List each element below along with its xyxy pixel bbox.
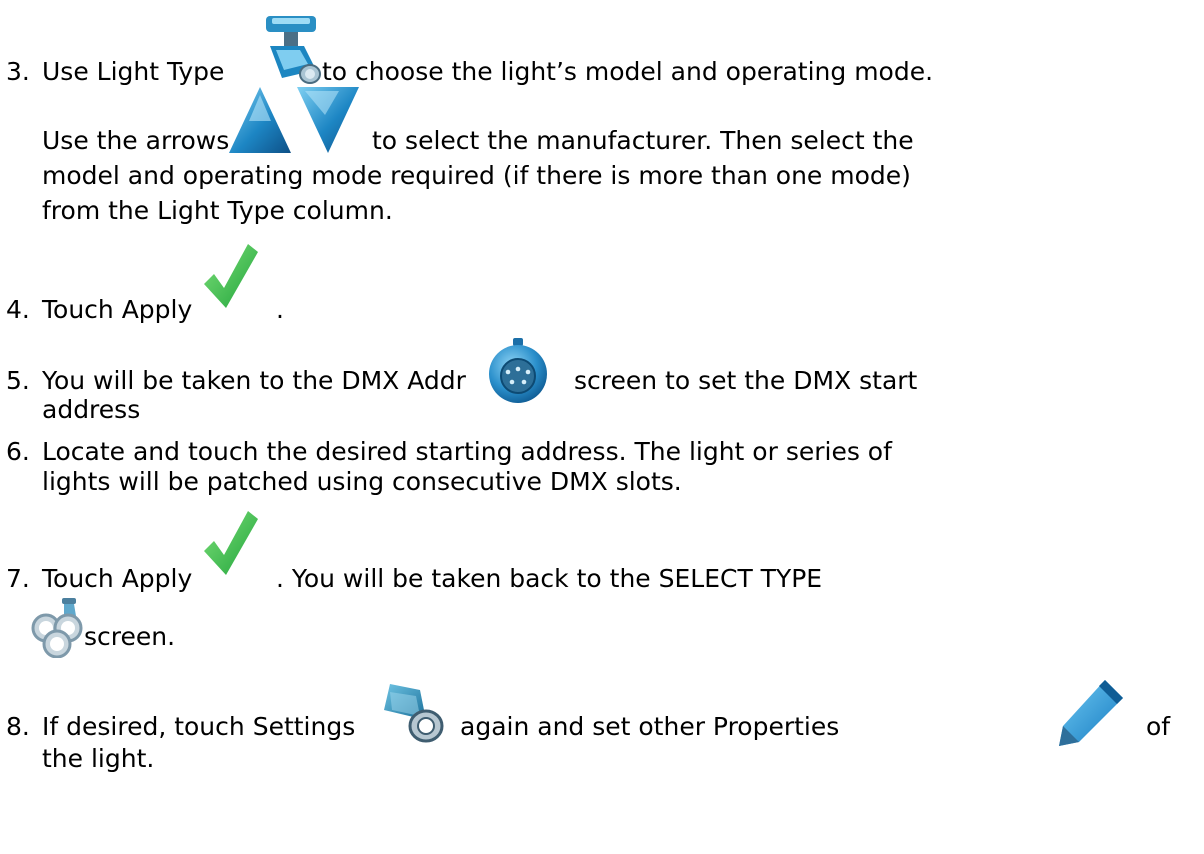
- step-text: . You will be taken back to the SELECT T…: [276, 564, 823, 593]
- step-text: model and operating mode required (if th…: [42, 161, 911, 190]
- step-number: 4.: [6, 295, 30, 324]
- step-text: the light.: [42, 744, 155, 773]
- step-text: .: [276, 295, 284, 324]
- step-text: screen.: [84, 622, 176, 651]
- step-text: from the Light Type column.: [42, 196, 393, 225]
- apply-checkmark-icon[interactable]: [200, 507, 260, 577]
- step-text: Use Light Type: [42, 57, 225, 86]
- dmx-connector-icon[interactable]: [485, 338, 551, 404]
- step-number: 7.: [6, 564, 30, 593]
- down-arrow-icon[interactable]: [295, 85, 361, 155]
- step-text: again and set other Properties: [460, 712, 840, 741]
- properties-pencil-icon[interactable]: [1057, 676, 1129, 748]
- step-number: 5.: [6, 366, 30, 395]
- step-number: 3.: [6, 57, 30, 86]
- step-text: Touch Apply: [42, 295, 193, 324]
- moving-head-light-icon: [258, 12, 324, 88]
- step-text: lights will be patched using consecutive…: [42, 467, 682, 496]
- step-number: 8.: [6, 712, 30, 741]
- settings-par-can-icon[interactable]: [380, 680, 446, 746]
- select-type-icon[interactable]: [30, 598, 86, 658]
- step-text: If desired, touch Settings: [42, 712, 356, 741]
- step-text: screen to set the DMX start: [574, 366, 918, 395]
- step-text: of: [1146, 712, 1171, 741]
- up-arrow-icon[interactable]: [227, 85, 293, 155]
- apply-checkmark-icon[interactable]: [200, 240, 260, 310]
- step-number: 6.: [6, 437, 30, 466]
- step-text: You will be taken to the DMX Addr: [42, 366, 466, 395]
- step-text: Touch Apply: [42, 564, 193, 593]
- step-text: Use the arrows: [42, 126, 230, 155]
- step-text: to select the manufacturer. Then select …: [372, 126, 914, 155]
- step-text: address: [42, 395, 141, 424]
- step-text: Locate and touch the desired starting ad…: [42, 437, 892, 466]
- step-text: to choose the light’s model and operatin…: [322, 57, 934, 86]
